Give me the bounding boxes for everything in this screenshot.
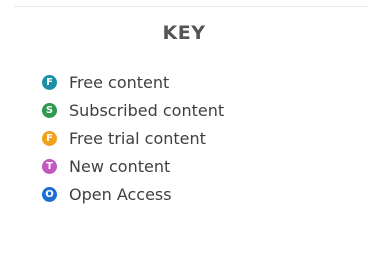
key-title: KEY xyxy=(162,22,206,44)
key-item-new-content: T New content xyxy=(42,152,224,180)
key-legend-list: F Free content S Subscribed content F Fr… xyxy=(42,68,224,208)
free-trial-content-icon: F xyxy=(42,130,57,146)
open-access-icon: O xyxy=(42,186,57,202)
key-item-label: Free trial content xyxy=(69,128,206,148)
subscribed-content-icon: S xyxy=(42,102,57,118)
key-item-label: New content xyxy=(69,156,171,176)
top-divider xyxy=(14,6,368,7)
key-item-free-content: F Free content xyxy=(42,68,224,96)
key-item-label: Free content xyxy=(69,72,170,92)
key-item-free-trial-content: F Free trial content xyxy=(42,124,224,152)
key-item-label: Open Access xyxy=(69,184,172,204)
key-item-label: Subscribed content xyxy=(69,100,225,120)
key-item-open-access: O Open Access xyxy=(42,180,224,208)
free-content-icon: F xyxy=(42,74,57,90)
new-content-icon: T xyxy=(42,158,57,174)
key-item-subscribed-content: S Subscribed content xyxy=(42,96,224,124)
